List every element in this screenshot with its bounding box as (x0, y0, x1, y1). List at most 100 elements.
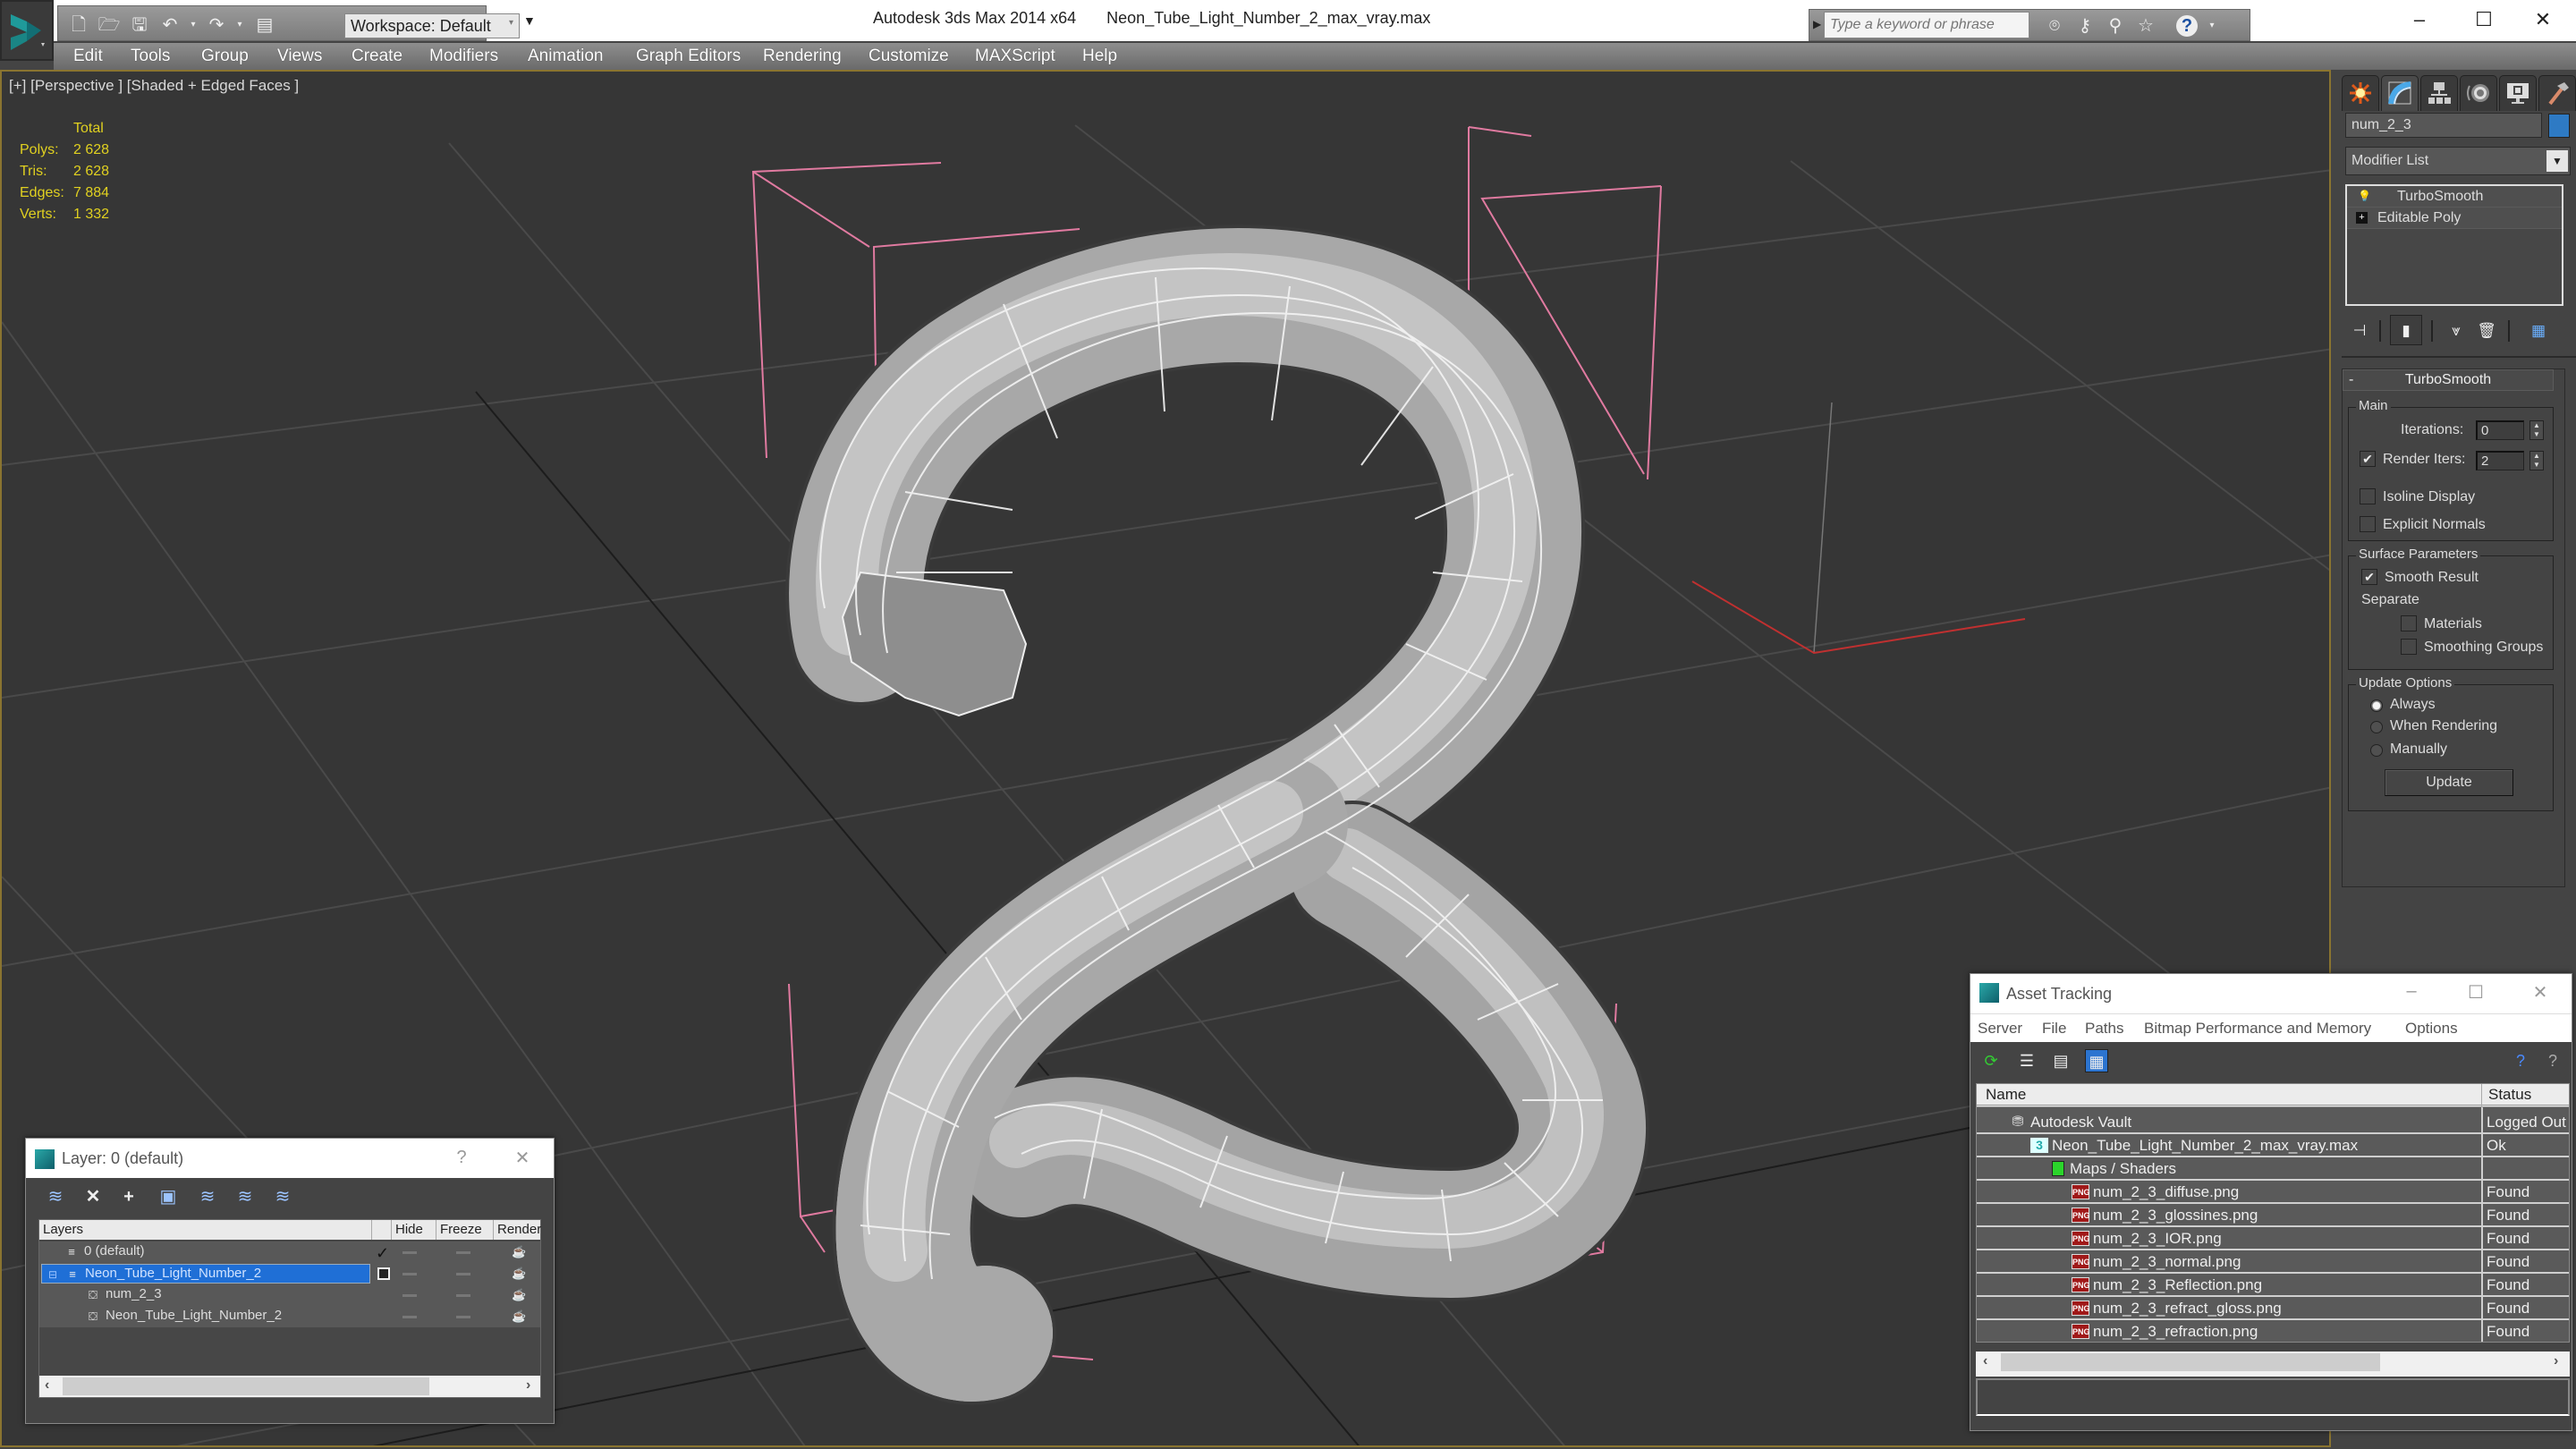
select-objects-in-layer-icon[interactable]: ▣ (157, 1185, 180, 1208)
expand-arrow-icon[interactable]: ▶ (1813, 18, 1821, 30)
scroll-right-icon[interactable]: › (2554, 1353, 2558, 1369)
materials-checkbox[interactable] (2401, 615, 2417, 631)
menu-modifiers[interactable]: Modifiers (429, 47, 498, 66)
rollout-header[interactable]: - TurboSmooth (2343, 369, 2554, 391)
scroll-left-icon[interactable]: ‹ (45, 1377, 49, 1394)
iterations-input[interactable]: 0 (2476, 420, 2524, 440)
modifier-list-dropdown[interactable]: Modifier List ▼ (2345, 147, 2571, 175)
radio-always[interactable] (2370, 699, 2383, 712)
binoculars-icon[interactable]: ⌾ (2042, 13, 2067, 38)
delete-layer-icon[interactable]: ✕ (81, 1185, 105, 1208)
isoline-display-checkbox[interactable] (2360, 488, 2376, 504)
menu-edit[interactable]: Edit (73, 47, 103, 66)
open-file-icon[interactable]: 🗁 (97, 13, 121, 37)
asset-row[interactable]: PNG num_2_3_glossines.png Found (1977, 1204, 2569, 1227)
hide-all-layers-icon[interactable]: ≋ (233, 1185, 257, 1208)
render-teapot-icon[interactable]: ☕ (512, 1289, 526, 1301)
tab-create[interactable] (2342, 75, 2379, 111)
show-end-result-icon[interactable]: ▮ (2390, 315, 2422, 345)
col-status[interactable]: Status (2488, 1086, 2531, 1104)
scroll-left-icon[interactable]: ‹ (1983, 1353, 1987, 1369)
help-button[interactable]: ? (448, 1148, 475, 1168)
tab-motion[interactable] (2460, 75, 2497, 111)
layer-row[interactable]: ⊟ ≡ Neon_Tube_Light_Number_2 ☕ (39, 1263, 540, 1284)
horizontal-scrollbar[interactable]: ‹ › (39, 1376, 540, 1397)
asset-row[interactable]: PNG num_2_3_IOR.png Found (1977, 1227, 2569, 1250)
menu-views[interactable]: Views (277, 47, 322, 66)
maximize-button[interactable]: ☐ (2462, 4, 2506, 36)
render-teapot-icon[interactable]: ☕ (512, 1246, 526, 1258)
layer-row[interactable]: ≡ 0 (default) ✓ ☕ (39, 1241, 540, 1263)
configure-modifier-sets-icon[interactable]: ▦ (2528, 320, 2549, 342)
asset-menu-server[interactable]: Server (1978, 1020, 2022, 1038)
col-render[interactable]: Render (494, 1220, 542, 1240)
freeze-toggle[interactable] (456, 1316, 470, 1318)
redo-icon[interactable]: ↷ (205, 13, 228, 37)
tab-hierarchy[interactable] (2420, 75, 2458, 111)
list-view-icon[interactable]: ☰ (2015, 1049, 2038, 1072)
col-layers[interactable]: Layers (39, 1220, 372, 1240)
new-file-icon[interactable]: 🗋 (67, 13, 90, 37)
stack-item-editable-poly[interactable]: + Editable Poly (2347, 208, 2562, 229)
satellite-icon[interactable]: ⚲ (2103, 13, 2128, 38)
render-iters-spinner[interactable]: ▲ ▼ (2529, 451, 2544, 470)
render-teapot-icon[interactable]: ☕ (512, 1267, 526, 1280)
freeze-toggle[interactable] (456, 1251, 470, 1254)
radio-manually[interactable] (2370, 744, 2383, 757)
menu-help[interactable]: Help (1082, 47, 1117, 66)
object-color-swatch[interactable] (2548, 114, 2570, 138)
smooth-result-checkbox[interactable]: ✔ (2361, 569, 2377, 585)
menu-maxscript[interactable]: MAXScript (975, 47, 1055, 66)
favorites-star-icon[interactable]: ☆ (2133, 13, 2158, 38)
object-name-field[interactable]: num_2_3 (2345, 113, 2542, 138)
asset-menu-file[interactable]: File (2042, 1020, 2066, 1038)
minimize-button[interactable]: – (2398, 981, 2425, 1002)
lightbulb-icon[interactable]: 💡 (2358, 189, 2371, 203)
asset-row[interactable]: PNG num_2_3_Reflection.png Found (1977, 1274, 2569, 1297)
save-icon[interactable]: 🖫 (128, 13, 151, 37)
asset-row[interactable]: PNG num_2_3_diffuse.png Found (1977, 1181, 2569, 1204)
iterations-spinner[interactable]: ▲ ▼ (2529, 420, 2544, 440)
render-iters-input[interactable]: 2 (2476, 451, 2524, 470)
undo-dropdown-icon[interactable]: ▾ (182, 13, 205, 37)
tab-modify[interactable] (2381, 75, 2419, 111)
key-icon[interactable]: ⚷ (2072, 13, 2097, 38)
asset-row[interactable]: 3 Neon_Tube_Light_Number_2_max_vray.max … (1977, 1134, 2569, 1157)
col-hide[interactable]: Hide (392, 1220, 436, 1240)
thumbnail-view-icon[interactable]: ▤ (2049, 1049, 2072, 1072)
add-to-layer-icon[interactable]: + (117, 1185, 140, 1208)
undo-icon[interactable]: ↶ (158, 13, 182, 37)
scroll-right-icon[interactable]: › (526, 1377, 530, 1394)
layer-row[interactable]: ⛋ num_2_3 ☕ (39, 1284, 540, 1306)
expand-plus-icon[interactable]: + (2356, 212, 2368, 224)
layer-window-titlebar[interactable]: Layer: 0 (default) ? ✕ (26, 1139, 554, 1178)
workspace-dropdown[interactable]: Workspace: Default ▾ (344, 13, 520, 38)
remove-modifier-icon[interactable]: 🗑 (2476, 320, 2497, 342)
scrollbar-thumb[interactable] (63, 1377, 429, 1395)
new-layer-icon[interactable]: ≋ (44, 1185, 67, 1208)
layer-row[interactable]: ⛋ Neon_Tube_Light_Number_2 ☕ (39, 1306, 540, 1327)
freeze-toggle[interactable] (456, 1273, 470, 1275)
menu-create[interactable]: Create (352, 47, 402, 66)
app-menu-button[interactable] (0, 0, 54, 61)
asset-row[interactable]: Maps / Shaders (1977, 1157, 2569, 1181)
smoothing-groups-checkbox[interactable] (2401, 639, 2417, 655)
current-layer-check-icon[interactable]: ✓ (376, 1242, 389, 1264)
project-folder-icon[interactable]: ▤ (253, 13, 276, 37)
asset-menu-options[interactable]: Options (2405, 1020, 2458, 1038)
scrollbar-thumb[interactable] (2001, 1353, 2380, 1371)
make-unique-icon[interactable]: ⩔ (2445, 320, 2467, 342)
render-iters-checkbox[interactable]: ✔ (2360, 451, 2376, 467)
help-icon[interactable]: ? (2176, 15, 2198, 37)
keyword-search-input[interactable] (1824, 12, 2029, 38)
pin-stack-icon[interactable]: ⊣ (2349, 320, 2370, 342)
menu-graph-editors[interactable]: Graph Editors (636, 47, 741, 66)
tab-display[interactable] (2499, 75, 2537, 111)
hide-toggle[interactable] (402, 1273, 417, 1275)
col-current[interactable] (372, 1220, 392, 1240)
asset-row[interactable]: PNG num_2_3_refraction.png Found (1977, 1320, 2569, 1342)
asset-row[interactable]: ⛃ Autodesk Vault Logged Out (1977, 1111, 2569, 1134)
maximize-button[interactable]: ☐ (2462, 981, 2489, 1004)
help-dropdown-icon[interactable]: ▾ (2199, 13, 2224, 38)
col-name[interactable]: Name (1986, 1086, 2026, 1104)
